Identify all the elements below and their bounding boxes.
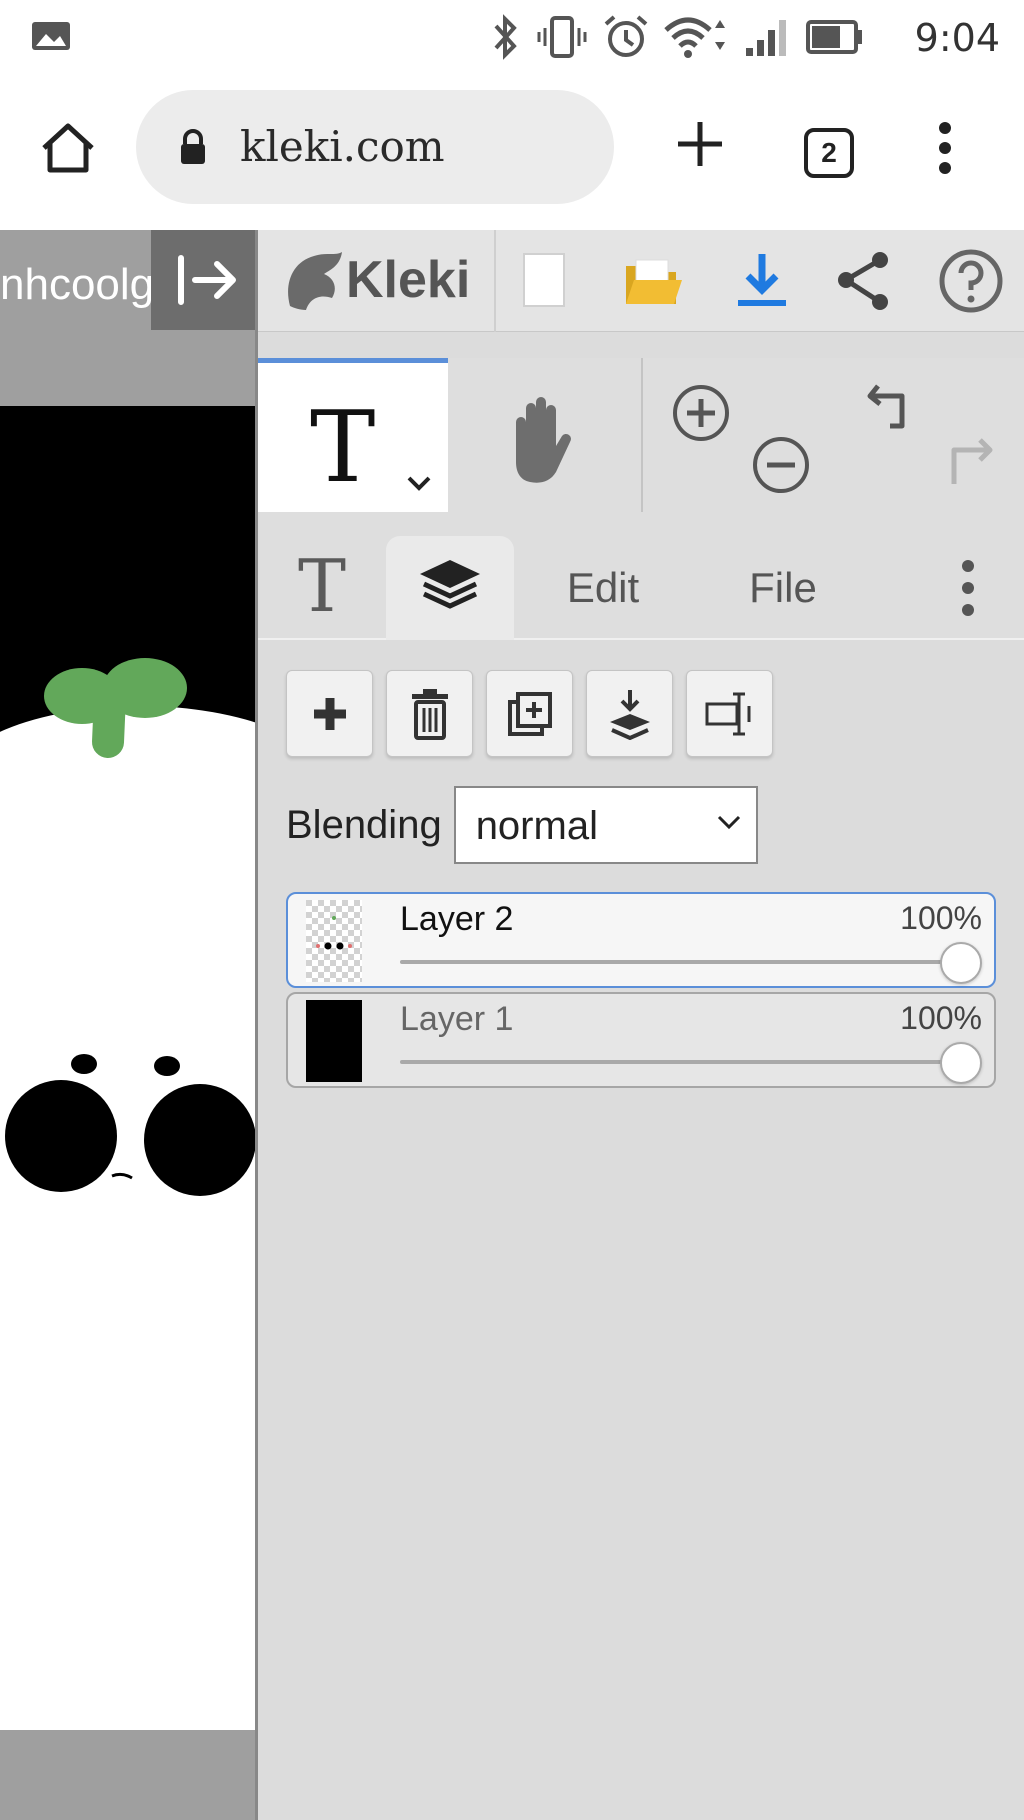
merge-down-button[interactable] <box>586 670 673 757</box>
tool-panel: Kleki T T Edit File Blending normal Laye… <box>255 230 1024 1820</box>
alarm-icon <box>602 14 650 65</box>
text-tool-button[interactable]: T <box>258 358 448 512</box>
duplicate-layer-button[interactable] <box>486 670 573 757</box>
layer-thumbnail <box>306 900 362 982</box>
blending-select[interactable]: normal <box>453 786 758 864</box>
divider <box>494 230 496 332</box>
layer-actions <box>286 670 773 757</box>
layer-opacity: 100% <box>900 1000 982 1036</box>
merge-down-icon <box>609 689 650 740</box>
layer-opacity: 100% <box>900 900 982 936</box>
vibrate-icon <box>536 14 588 65</box>
blending-label: Blending <box>286 802 442 847</box>
tab-layers[interactable] <box>386 536 514 640</box>
artwork[interactable] <box>0 406 255 1730</box>
drawing-canvas[interactable]: nhcoolgirl66 <box>0 230 255 1820</box>
undo-icon[interactable] <box>866 380 922 441</box>
tab-switcher-button[interactable]: 2 <box>804 128 854 178</box>
collapse-arrow-icon <box>178 255 236 305</box>
hand-tool-icon[interactable] <box>500 392 576 491</box>
redo-icon[interactable] <box>938 434 994 495</box>
home-icon[interactable] <box>38 118 98 183</box>
chevron-down-icon[interactable] <box>406 475 432 498</box>
status-time: 9:04 <box>914 16 1000 60</box>
blending-value: normal <box>475 804 598 848</box>
add-layer-button[interactable] <box>286 670 373 757</box>
collapse-panel-button[interactable] <box>151 230 255 330</box>
more-icon[interactable] <box>938 536 998 640</box>
opacity-slider-track[interactable] <box>400 960 960 964</box>
help-icon[interactable] <box>938 248 1004 319</box>
new-tab-icon[interactable] <box>672 116 728 177</box>
kleki-logo[interactable]: Kleki <box>280 244 470 316</box>
download-icon[interactable] <box>734 248 790 317</box>
tab-text-tool[interactable]: T <box>258 536 386 640</box>
bluetooth-icon <box>488 14 522 65</box>
app-top-bar: Kleki <box>258 230 1024 332</box>
battery-icon <box>806 14 864 65</box>
panel-tabs: T Edit File <box>258 512 1024 640</box>
lock-icon <box>178 128 208 171</box>
tab-file[interactable]: File <box>708 536 858 640</box>
opacity-slider-handle[interactable] <box>940 942 982 984</box>
tab-edit[interactable]: Edit <box>528 536 678 640</box>
duplicate-icon <box>507 691 552 736</box>
tool-row: T <box>258 358 1024 512</box>
zoom-in-icon[interactable] <box>670 382 732 449</box>
wifi-icon <box>664 14 730 65</box>
browser-toolbar: kleki.com 2 <box>0 76 1024 226</box>
share-icon[interactable] <box>834 248 894 317</box>
url-text[interactable]: kleki.com <box>240 122 445 171</box>
delete-layer-button[interactable] <box>386 670 473 757</box>
chevron-down-icon <box>716 814 742 837</box>
layers-icon <box>420 560 480 609</box>
opacity-slider-handle[interactable] <box>940 1042 982 1084</box>
text-tool-icon: T <box>310 391 376 505</box>
open-folder-icon[interactable] <box>622 248 682 317</box>
rename-layer-button[interactable] <box>686 670 773 757</box>
layer-thumbnail <box>306 1000 362 1082</box>
new-image-icon[interactable] <box>520 248 568 317</box>
opacity-slider-track[interactable] <box>400 1060 960 1064</box>
trash-icon <box>411 688 448 740</box>
layer-name: Layer 1 <box>400 1000 514 1038</box>
layer-name: Layer 2 <box>400 900 514 938</box>
layer-row[interactable]: Layer 1 100% <box>286 992 996 1088</box>
kleki-logo-icon <box>288 252 342 310</box>
layer-row[interactable]: Layer 2 100% <box>286 892 996 988</box>
browser-menu-icon[interactable] <box>930 120 960 181</box>
plus-icon <box>313 697 346 730</box>
divider <box>641 358 643 512</box>
gallery-icon <box>30 18 72 59</box>
status-bar: 9:04 <box>0 0 1024 76</box>
signal-icon <box>744 14 792 65</box>
zoom-out-icon[interactable] <box>750 434 812 501</box>
rename-icon <box>705 692 750 735</box>
blending-control: Blending normal <box>286 786 758 864</box>
